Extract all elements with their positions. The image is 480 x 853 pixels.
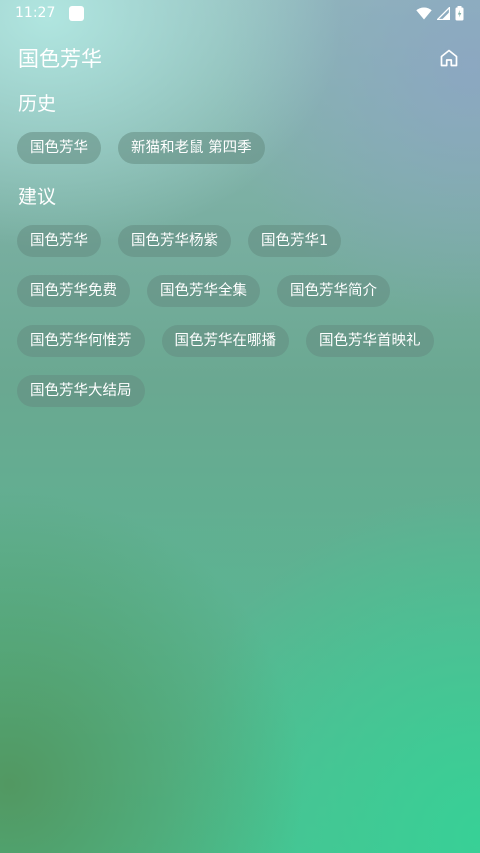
signal-icon	[437, 6, 450, 20]
header: 国色芳华	[0, 40, 480, 76]
suggestion-chip[interactable]: 国色芳华全集	[147, 275, 260, 307]
home-button[interactable]	[436, 45, 462, 71]
suggestion-chips: 国色芳华 国色芳华杨紫 国色芳华1 国色芳华免费 国色芳华全集 国色芳华简介 国…	[17, 225, 463, 407]
suggestion-chip[interactable]: 国色芳华	[17, 225, 101, 257]
history-chips: 国色芳华 新猫和老鼠 第四季	[17, 132, 463, 164]
status-right	[416, 5, 464, 21]
suggestion-chip[interactable]: 国色芳华简介	[277, 275, 390, 307]
status-left: 11:27	[15, 5, 85, 21]
status-bar: 11:27	[0, 0, 480, 26]
suggestion-chip[interactable]: 国色芳华大结局	[17, 375, 145, 407]
status-time: 11:27	[15, 5, 56, 21]
suggestion-chip[interactable]: 国色芳华首映礼	[306, 325, 434, 357]
suggestion-chip[interactable]: 国色芳华杨紫	[118, 225, 231, 257]
suggestion-chip[interactable]: 国色芳华何惟芳	[17, 325, 145, 357]
history-chip[interactable]: 国色芳华	[17, 132, 101, 164]
wifi-icon	[416, 7, 432, 19]
home-icon	[440, 49, 458, 67]
suggestion-chip[interactable]: 国色芳华1	[248, 225, 342, 257]
suggestions-title: 建议	[18, 186, 57, 208]
history-title: 历史	[18, 93, 57, 115]
history-chip[interactable]: 新猫和老鼠 第四季	[118, 132, 265, 164]
notification-icon	[69, 5, 85, 21]
suggestion-chip[interactable]: 国色芳华免费	[17, 275, 130, 307]
battery-icon	[455, 5, 464, 20]
suggestion-chip[interactable]: 国色芳华在哪播	[161, 325, 289, 357]
page-title: 国色芳华	[18, 47, 102, 71]
